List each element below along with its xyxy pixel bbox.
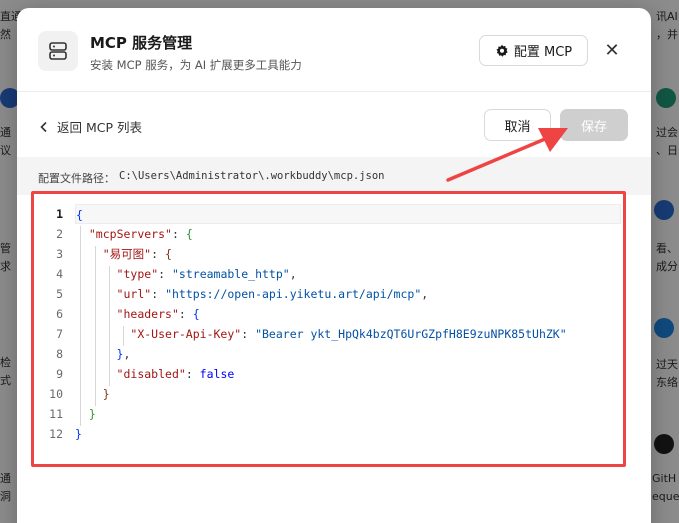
code-lines: { "mcpServers": { "易可图": { "type": "stre… <box>75 204 621 444</box>
json-key: type <box>123 267 152 281</box>
json-value: https://open-api.yiketu.art/api/mcp <box>172 287 415 301</box>
code-line: "易可图": { <box>102 247 172 261</box>
line-number: 12 <box>49 427 63 441</box>
line-number: 4 <box>56 267 63 281</box>
chevron-left-icon <box>40 121 47 132</box>
modal-header: MCP 服务管理 安装 MCP 服务，为 AI 扩展更多工具能力 配置 MCP … <box>17 8 651 92</box>
server-icon <box>38 31 78 71</box>
config-path-label: 配置文件路径： <box>38 172 115 185</box>
modal-title: MCP 服务管理 <box>90 34 193 52</box>
code-line: } <box>75 427 82 441</box>
json-value: false <box>199 367 235 381</box>
json-code-editor[interactable]: 1 2 3 4 5 6 7 8 9 10 11 12 { "mcpServers… <box>31 194 625 466</box>
line-number-gutter: 1 2 3 4 5 6 7 8 9 10 11 12 <box>31 204 67 444</box>
line-number: 2 <box>56 227 63 241</box>
line-number: 1 <box>56 207 63 221</box>
json-key: headers <box>123 307 172 321</box>
line-number: 11 <box>49 407 63 421</box>
cancel-button[interactable]: 取消 <box>484 109 551 141</box>
code-line: "X-User-Api-Key": "Bearer ykt_HpQk4bzQT6… <box>130 327 567 341</box>
code-line: } <box>88 407 96 421</box>
close-icon[interactable]: ✕ <box>601 39 623 61</box>
code-line: "disabled": false <box>116 367 235 381</box>
json-key: 易可图 <box>109 247 145 261</box>
line-number: 3 <box>56 247 63 261</box>
line-number: 10 <box>49 387 63 401</box>
json-key: mcpServers <box>95 227 166 241</box>
line-number: 9 <box>56 367 63 381</box>
back-to-mcp-list-link[interactable]: 返回 MCP 列表 <box>39 117 142 136</box>
code-line: "mcpServers": { <box>88 227 193 241</box>
save-button[interactable]: 保存 <box>560 109 628 141</box>
config-path-bar: 配置文件路径： C:\Users\Administrator\.workbudd… <box>17 157 651 195</box>
code-line: "url": "https://open-api.yiketu.art/api/… <box>116 287 429 301</box>
config-path-value: C:\Users\Administrator\.workbuddy\mcp.js… <box>119 170 385 182</box>
json-value: streamable_http <box>178 267 283 281</box>
code-line: { <box>75 204 621 224</box>
line-number: 6 <box>56 307 63 321</box>
json-value: Bearer ykt_HpQk4bzQT6UrGZpfH8E9zuNPK85tU… <box>262 327 560 341</box>
code-line: }, <box>116 347 131 361</box>
code-line: "type": "streamable_http", <box>116 267 297 281</box>
back-label: 返回 MCP 列表 <box>57 120 142 135</box>
line-number: 8 <box>56 347 63 361</box>
configure-mcp-label: 配置 MCP <box>513 45 573 60</box>
gear-icon <box>496 44 508 57</box>
json-key: url <box>123 287 145 301</box>
json-key: X-User-Api-Key <box>137 327 235 341</box>
line-number: 5 <box>56 287 63 301</box>
mcp-service-modal: MCP 服务管理 安装 MCP 服务，为 AI 扩展更多工具能力 配置 MCP … <box>17 8 651 523</box>
configure-mcp-button[interactable]: 配置 MCP <box>479 35 588 66</box>
code-line: } <box>102 387 110 401</box>
editor-toolbar: 返回 MCP 列表 取消 保存 <box>17 93 651 157</box>
line-number: 7 <box>56 327 63 341</box>
modal-subtitle: 安装 MCP 服务，为 AI 扩展更多工具能力 <box>90 58 302 72</box>
json-key: disabled <box>123 367 179 381</box>
code-line: "headers": { <box>116 307 200 321</box>
